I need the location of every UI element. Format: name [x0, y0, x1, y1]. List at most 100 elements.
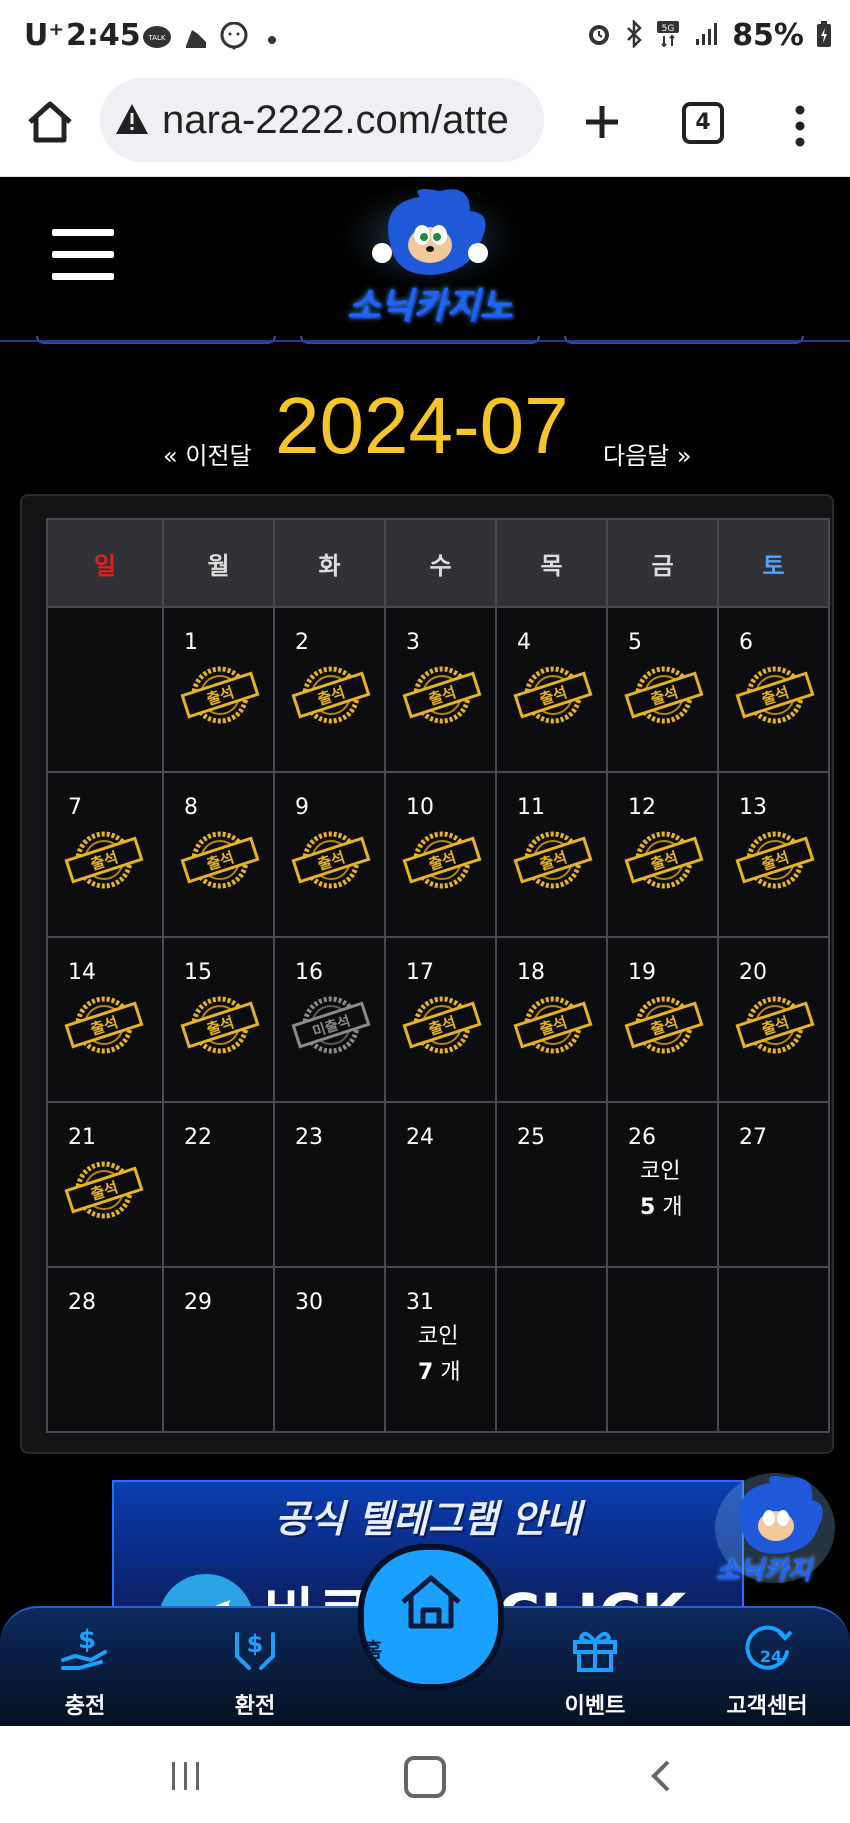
attended-stamp-icon: 출석	[402, 666, 482, 724]
attended-stamp-icon: 출석	[624, 996, 704, 1054]
signal-icon	[694, 21, 720, 51]
header-tab[interactable]	[300, 336, 540, 344]
weekday-fri: 금	[606, 518, 719, 608]
calendar-empty-cell	[495, 1266, 608, 1433]
attendance-calendar: 일 월 화 수 목 금 토 1 출석 2 출석 3 출석 4 출석 5 출석 6 출석 7 출석 8 출석 9 출…	[20, 494, 834, 1454]
calendar-day-cell: 19 출석	[606, 936, 719, 1103]
next-month-link[interactable]: 다음달 »	[603, 436, 692, 471]
calendar-day-cell: 23	[273, 1101, 386, 1268]
nav-event[interactable]: 이벤트	[540, 1608, 650, 1728]
calendar-day-cell: 11 출석	[495, 771, 608, 938]
location-face-icon	[220, 21, 248, 58]
calendar-day-cell: 26 코인 5 개	[606, 1101, 719, 1268]
day-number: 18	[517, 960, 545, 985]
status-bar: U⁺ 2:45 TALK 5G 85%	[0, 0, 850, 72]
prev-month-link[interactable]: « 이전달	[163, 436, 252, 471]
carrier-label: U⁺	[24, 18, 65, 53]
withdraw-icon: $	[235, 1630, 275, 1670]
browser-home-button[interactable]	[22, 94, 78, 150]
mascot-logo-text: 소닉카지	[716, 1556, 812, 1586]
day-number: 9	[295, 795, 309, 820]
day-number: 15	[184, 960, 212, 985]
warning-icon[interactable]	[114, 102, 150, 140]
menu-bar	[52, 251, 114, 258]
site-logo-text[interactable]: 소닉카지노	[330, 277, 530, 329]
calendar-day-cell: 16 미출석	[273, 936, 386, 1103]
day-number: 13	[739, 795, 767, 820]
day-number: 22	[184, 1125, 212, 1150]
browser-toolbar: nara-2222.com/atte 4	[0, 72, 850, 177]
menu-bar	[52, 229, 114, 236]
day-number: 21	[68, 1125, 96, 1150]
calendar-day-cell: 22	[162, 1101, 275, 1268]
attended-stamp-icon: 출석	[735, 831, 815, 889]
recent-apps-icon[interactable]	[168, 1760, 204, 1792]
calendar-day-cell: 21 출석	[46, 1101, 164, 1268]
calendar-day-cell: 18 출석	[495, 936, 608, 1103]
day-number: 8	[184, 795, 198, 820]
header-tab[interactable]	[36, 336, 276, 344]
day-number: 19	[628, 960, 656, 985]
calendar-day-cell: 12 출석	[606, 771, 719, 938]
network-label: 5G	[662, 24, 675, 34]
browser-menu-button[interactable]	[782, 98, 818, 154]
battery-percent: 85%	[732, 18, 804, 53]
calendar-day-cell: 29	[162, 1266, 275, 1433]
android-navigation-bar	[0, 1726, 850, 1823]
calendar-day-cell: 25	[495, 1101, 608, 1268]
nav-home[interactable]: 홈	[358, 1544, 504, 1690]
calendar-day-cell: 9 출석	[273, 771, 386, 938]
calendar-day-cell: 4 출석	[495, 606, 608, 773]
day-number: 6	[739, 630, 753, 655]
day-number: 16	[295, 960, 323, 985]
android-home-button[interactable]	[404, 1756, 446, 1798]
header-tab-strip	[0, 336, 850, 344]
nav-withdraw-label: 환전	[234, 1694, 276, 1719]
attended-stamp-icon: 출석	[291, 831, 371, 889]
coin-amount: 7	[418, 1360, 434, 1385]
home-icon	[401, 1575, 461, 1629]
calendar-day-cell: 24	[384, 1101, 497, 1268]
attended-stamp-icon: 출석	[402, 996, 482, 1054]
day-number: 30	[295, 1290, 323, 1315]
network-5g-icon: 5G	[656, 20, 682, 52]
nav-support-label: 고객센터	[726, 1694, 808, 1719]
attended-stamp-icon: 출석	[735, 996, 815, 1054]
nav-deposit-label: 충전	[64, 1694, 106, 1719]
system-icons: 5G 85%	[586, 18, 832, 53]
notification-icons: TALK	[142, 21, 276, 58]
nav-support[interactable]: 24 고객센터	[712, 1608, 822, 1728]
attended-stamp-icon: 출석	[64, 831, 144, 889]
day-number: 17	[406, 960, 434, 985]
telegram-banner-title: 공식 텔레그램 안내	[274, 1497, 582, 1541]
day-number: 1	[184, 630, 198, 655]
url-text[interactable]: nara-2222.com/atte	[162, 98, 509, 143]
tab-switcher-button[interactable]: 4	[682, 102, 724, 144]
day-number: 28	[68, 1290, 96, 1315]
day-number: 27	[739, 1125, 767, 1150]
day-number: 26	[628, 1125, 656, 1150]
attended-stamp-icon: 출석	[402, 831, 482, 889]
svg-text:24: 24	[760, 1647, 782, 1666]
nav-home-label: 홈	[364, 1638, 383, 1662]
hamburger-menu-button[interactable]	[52, 229, 114, 283]
calendar-day-cell: 3 출석	[384, 606, 497, 773]
attended-stamp-icon: 출석	[180, 666, 260, 724]
day-number: 10	[406, 795, 434, 820]
day-number: 5	[628, 630, 642, 655]
header-tab[interactable]	[564, 336, 804, 344]
support-24-icon: 24	[745, 1625, 793, 1670]
deposit-icon: $	[61, 1625, 107, 1670]
calendar-day-cell: 20 출석	[717, 936, 830, 1103]
address-bar[interactable]: nara-2222.com/atte	[100, 78, 544, 162]
back-icon[interactable]	[648, 1758, 674, 1794]
attended-stamp-icon: 출석	[624, 666, 704, 724]
new-tab-button[interactable]	[574, 94, 630, 150]
calendar-day-cell: 10 출석	[384, 771, 497, 938]
attended-stamp-icon: 출석	[180, 831, 260, 889]
calendar-day-cell: 7 출석	[46, 771, 164, 938]
nav-withdraw[interactable]: $ 환전	[200, 1608, 310, 1728]
svg-text:$: $	[78, 1625, 96, 1655]
month-title: 2024-07	[275, 381, 569, 470]
nav-deposit[interactable]: $ 충전	[30, 1608, 140, 1728]
